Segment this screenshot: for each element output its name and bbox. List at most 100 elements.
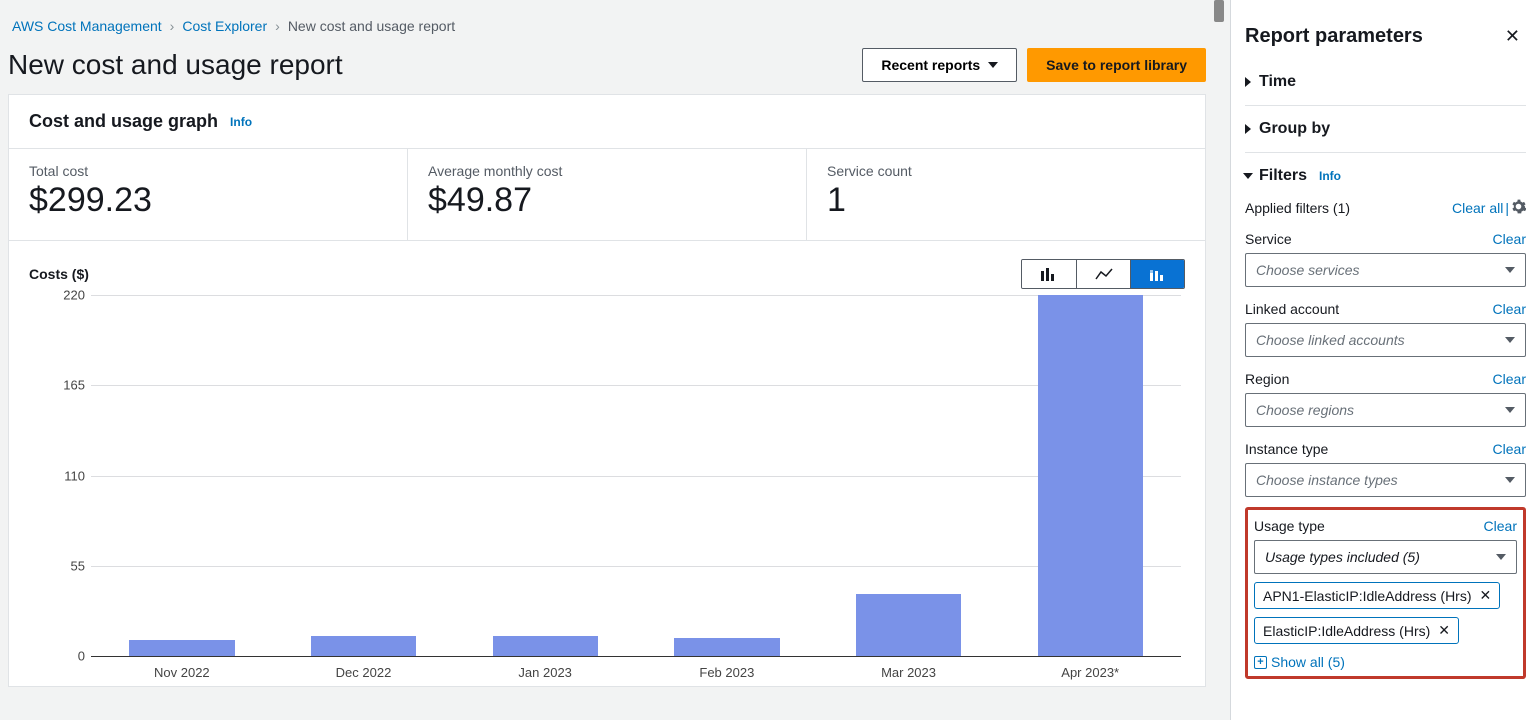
filter-region-placeholder: Choose regions [1256, 402, 1354, 418]
filter-usage-clear[interactable]: Clear [1484, 518, 1517, 534]
chart-toggle-stacked[interactable] [1130, 260, 1184, 288]
chevron-right-icon: › [170, 18, 175, 34]
metric-label: Total cost [29, 163, 387, 179]
line-chart-icon [1095, 267, 1113, 281]
filter-instance-clear[interactable]: Clear [1493, 441, 1526, 457]
usage-type-tag: APN1-ElasticIP:IdleAddress (Hrs) ✕ [1254, 582, 1500, 609]
filter-usage-select[interactable]: Usage types included (5) [1254, 540, 1517, 574]
filter-service-clear[interactable]: Clear [1493, 231, 1526, 247]
bar-slot [273, 295, 455, 656]
usage-type-tag: ElasticIP:IdleAddress (Hrs) ✕ [1254, 617, 1459, 644]
caret-down-icon [988, 62, 998, 68]
chart-x-axis: Nov 2022Dec 2022Jan 2023Feb 2023Mar 2023… [91, 665, 1181, 680]
filter-instance-placeholder: Choose instance types [1256, 472, 1398, 488]
metrics-row: Total cost $299.23 Average monthly cost … [9, 149, 1205, 241]
section-filters-toggle[interactable]: Filters Info [1245, 167, 1526, 185]
bar-slot [818, 295, 1000, 656]
metric-value: 1 [827, 181, 1185, 220]
usage-type-tag-label: ElasticIP:IdleAddress (Hrs) [1263, 623, 1430, 639]
remove-tag-icon[interactable]: ✕ [1438, 622, 1450, 639]
caret-down-icon [1505, 337, 1515, 343]
card-heading: Cost and usage graph [29, 111, 218, 132]
filter-linked-select[interactable]: Choose linked accounts [1245, 323, 1526, 357]
chart-type-toggle [1021, 259, 1185, 289]
filter-region-select[interactable]: Choose regions [1245, 393, 1526, 427]
remove-tag-icon[interactable]: ✕ [1480, 587, 1492, 604]
cost-usage-card: Cost and usage graph Info Total cost $29… [8, 94, 1206, 687]
page-title: New cost and usage report [8, 49, 343, 81]
chart-toggle-line[interactable] [1076, 260, 1130, 288]
bar-slot [91, 295, 273, 656]
bar-chart-icon [1040, 267, 1058, 281]
breadcrumb-root[interactable]: AWS Cost Management [12, 18, 162, 34]
chart-bar[interactable] [674, 638, 779, 656]
metric-value: $49.87 [428, 181, 786, 220]
recent-reports-button[interactable]: Recent reports [862, 48, 1017, 82]
card-info-link[interactable]: Info [230, 115, 252, 129]
filter-usage-label: Usage type [1254, 518, 1325, 534]
filter-linked-clear[interactable]: Clear [1493, 301, 1526, 317]
chart-bar[interactable] [129, 640, 234, 656]
bar-slot [454, 295, 636, 656]
stacked-bar-icon [1149, 267, 1167, 281]
filter-linked-account: Linked account Clear Choose linked accou… [1245, 301, 1526, 357]
section-time-toggle[interactable]: Time [1245, 73, 1526, 91]
chart-bars [91, 295, 1181, 656]
y-tick: 220 [63, 288, 85, 303]
section-group-by-toggle[interactable]: Group by [1245, 120, 1526, 138]
filters-info-link[interactable]: Info [1319, 169, 1341, 183]
y-tick: 110 [64, 468, 85, 483]
metric-service-count: Service count 1 [806, 149, 1205, 240]
breadcrumb-section[interactable]: Cost Explorer [182, 18, 267, 34]
caret-down-icon [1505, 407, 1515, 413]
metric-label: Average monthly cost [428, 163, 786, 179]
save-report-button[interactable]: Save to report library [1027, 48, 1206, 82]
recent-reports-label: Recent reports [881, 57, 980, 73]
show-all-usage-types[interactable]: + Show all (5) [1254, 654, 1517, 670]
metric-avg-cost: Average monthly cost $49.87 [407, 149, 806, 240]
scrollbar-thumb[interactable] [1214, 0, 1224, 22]
bar-slot [636, 295, 818, 656]
x-label: Nov 2022 [91, 665, 273, 680]
filter-service-select[interactable]: Choose services [1245, 253, 1526, 287]
section-time: Time [1245, 67, 1526, 105]
chart-toggle-bar[interactable] [1022, 260, 1076, 288]
gear-icon[interactable] [1511, 199, 1526, 217]
filter-usage-type-highlight: Usage type Clear Usage types included (5… [1245, 507, 1526, 679]
chevron-right-icon: › [275, 18, 280, 34]
sidepanel-title: Report parameters [1245, 25, 1423, 48]
caret-down-icon [1505, 477, 1515, 483]
chart-area: 055110165220 Nov 2022Dec 2022Jan 2023Feb… [29, 295, 1185, 680]
report-parameters-panel: || Report parameters ✕ Time Group by Fil… [1230, 0, 1540, 720]
caret-down-icon [1496, 554, 1506, 560]
grid-line [91, 656, 1181, 657]
close-icon[interactable]: ✕ [1499, 22, 1526, 51]
chart-bar[interactable] [311, 636, 416, 656]
section-filters-label: Filters [1259, 167, 1307, 185]
filter-instance-select[interactable]: Choose instance types [1245, 463, 1526, 497]
chart-bar[interactable] [856, 594, 961, 656]
chart-section: Costs ($) 055110165220 [9, 241, 1205, 686]
filter-usage-value: Usage types included (5) [1265, 549, 1420, 565]
page-header: New cost and usage report Recent reports… [8, 48, 1206, 82]
scrollbar[interactable] [1214, 0, 1224, 720]
x-label: Dec 2022 [273, 665, 455, 680]
plus-icon: + [1254, 656, 1267, 669]
triangle-right-icon [1245, 124, 1251, 134]
metric-total-cost: Total cost $299.23 [9, 149, 407, 240]
filter-linked-placeholder: Choose linked accounts [1256, 332, 1405, 348]
chart-header: Costs ($) [29, 259, 1185, 289]
breadcrumb: AWS Cost Management › Cost Explorer › Ne… [8, 10, 1206, 48]
x-label: Feb 2023 [636, 665, 818, 680]
section-time-label: Time [1259, 73, 1296, 91]
filter-service-label: Service [1245, 231, 1292, 247]
filter-linked-label: Linked account [1245, 301, 1339, 317]
chart-bar[interactable] [493, 636, 598, 656]
clear-all-filters[interactable]: Clear all | [1452, 199, 1526, 217]
filter-region-clear[interactable]: Clear [1493, 371, 1526, 387]
triangle-down-icon [1243, 173, 1253, 179]
metric-label: Service count [827, 163, 1185, 179]
bar-slot [999, 295, 1181, 656]
separator: | [1505, 200, 1509, 216]
chart-bar[interactable] [1038, 295, 1143, 656]
